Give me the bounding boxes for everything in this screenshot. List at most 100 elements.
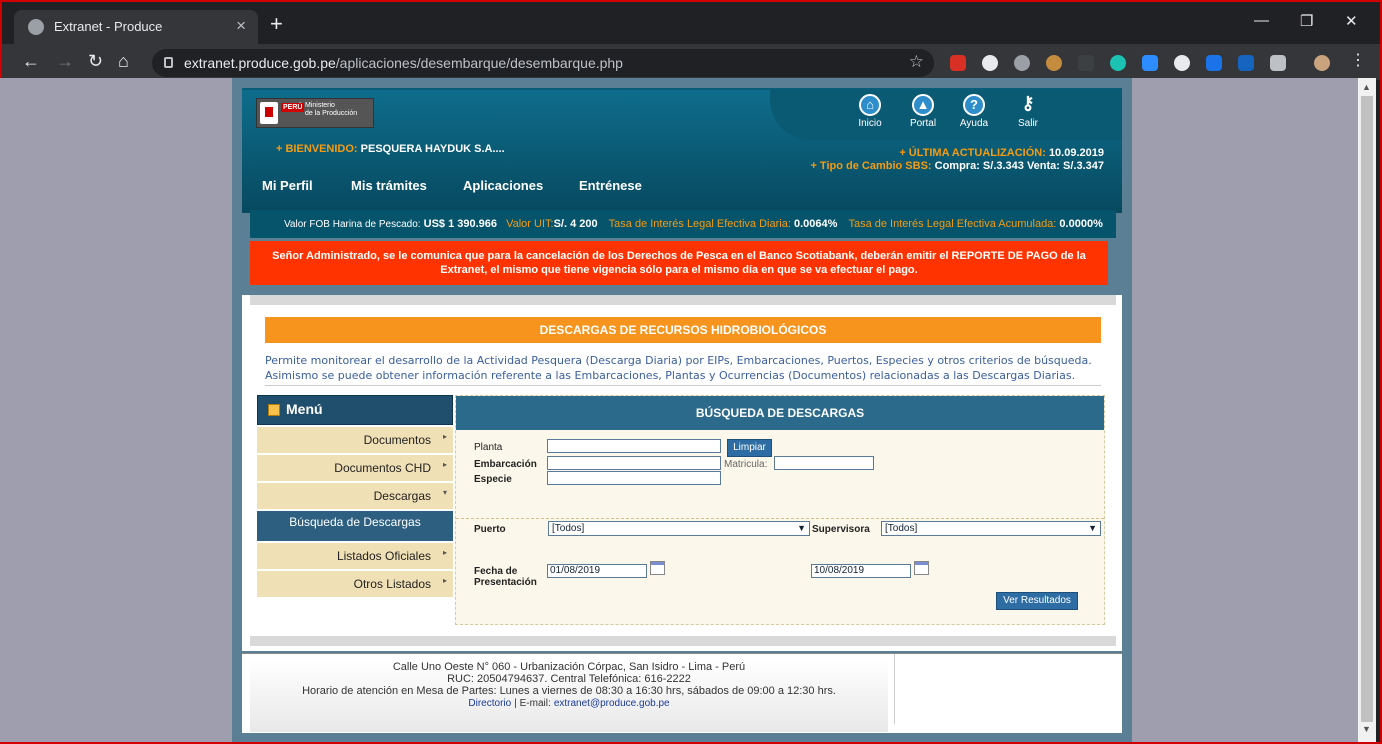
browser-tab[interactable]: Extranet - Produce × [14, 10, 258, 44]
portal-link[interactable]: ▲ Portal [900, 94, 946, 129]
header-icon-bar: ⌂ Inicio ▲ Portal ? Ayuda ⚷ Salir [770, 90, 1122, 140]
home-icon: ⌂ [859, 94, 881, 116]
arrow-right-icon: ▸ [442, 576, 447, 585]
puerto-select[interactable]: [Todos] ▼ [548, 521, 810, 536]
embarcacion-label: Embarcación [474, 459, 537, 470]
coat-of-arms-icon [260, 102, 278, 124]
welcome-text: + BIENVENIDO: PESQUERA HAYDUK S.A.... [276, 143, 505, 155]
back-icon[interactable]: ← [22, 52, 40, 70]
ministry-logo[interactable]: PERÚ Ministerio de la Producción [256, 98, 374, 128]
directorio-link[interactable]: Directorio [468, 698, 511, 709]
payment-notice: Señor Administrado, se le comunica que p… [250, 241, 1108, 285]
globe-icon [28, 19, 44, 35]
supervisora-select[interactable]: [Todos] ▼ [881, 521, 1101, 536]
supervisora-label: Supervisora [812, 524, 870, 535]
menu-item-documentos[interactable]: Documentos ▸ [257, 427, 453, 453]
bookmark-star-icon[interactable]: ☆ [909, 52, 924, 72]
extension-icon[interactable] [1078, 55, 1094, 71]
page-viewport: PERÚ Ministerio de la Producción ⌂ Inicio … [0, 78, 1358, 742]
tab-title: Extranet - Produce [54, 19, 163, 34]
form-divider [456, 518, 1104, 519]
chart-extension-icon[interactable] [1238, 55, 1254, 71]
extension-icon[interactable] [1174, 55, 1190, 71]
planta-input[interactable] [547, 439, 721, 453]
home-browser-icon[interactable]: ⌂ [118, 52, 129, 70]
especie-label: Especie [474, 474, 512, 485]
ver-resultados-button[interactable]: Ver Resultados [996, 592, 1078, 610]
arrow-right-icon: ▸ [442, 460, 447, 469]
left-menu: Menú Documentos ▸ Documentos CHD ▸ Descarg… [257, 395, 453, 597]
menu-item-listados-oficiales[interactable]: Listados Oficiales ▸ [257, 543, 453, 569]
fecha-label: Fecha de Presentación [474, 566, 537, 588]
menu-aplicaciones[interactable]: Aplicaciones [463, 178, 543, 193]
menu-mi-perfil[interactable]: Mi Perfil [262, 178, 313, 193]
menu-item-documentos-chd[interactable]: Documentos CHD ▸ [257, 455, 453, 481]
especie-input[interactable] [547, 471, 721, 485]
minimize-icon[interactable]: — [1254, 12, 1269, 29]
menu-item-descargas[interactable]: Descargas ▾ [257, 483, 453, 509]
reload-icon[interactable]: ↻ [88, 52, 103, 70]
address-bar[interactable]: extranet.produce.gob.pe/aplicaciones/des… [152, 49, 934, 77]
left-menu-header: Menú [257, 395, 453, 425]
forward-icon[interactable]: → [56, 52, 74, 70]
section-description: Permite monitorear el desarrollo de la A… [265, 353, 1101, 386]
restore-icon[interactable]: ❐ [1300, 12, 1313, 30]
arrow-right-icon: ▸ [442, 548, 447, 557]
ayuda-link[interactable]: ? Ayuda [956, 94, 992, 129]
calendar-icon [268, 404, 280, 416]
calendar-picker-icon[interactable] [650, 561, 665, 575]
footer-divider [894, 654, 895, 724]
dropdown-arrow-icon: ▼ [797, 523, 806, 533]
dropdown-arrow-icon: ▼ [1088, 523, 1097, 533]
vertical-scrollbar[interactable]: ▲ ▼ [1358, 78, 1376, 742]
fecha-desde-input[interactable]: 01/08/2019 [547, 564, 647, 578]
update-info: + ÚLTIMA ACTUALIZACIÓN: 10.09.2019 + Tip… [810, 147, 1104, 172]
menu-item-busqueda-descargas[interactable]: Búsqueda de Descargas [257, 511, 453, 541]
scroll-up-icon[interactable]: ▲ [1362, 82, 1371, 92]
matricula-input[interactable] [774, 456, 874, 470]
extension-icon[interactable] [1014, 55, 1030, 71]
site-header: PERÚ Ministerio de la Producción ⌂ Inicio … [242, 88, 1122, 213]
portal-icon: ▲ [912, 94, 934, 116]
site-footer: Calle Uno Oeste N° 060 - Urbanización Có… [242, 653, 1122, 733]
cookie-extension-icon[interactable] [1046, 55, 1062, 71]
scroll-down-icon[interactable]: ▼ [1362, 724, 1371, 734]
arrow-right-icon: ▸ [442, 432, 447, 441]
profile-avatar[interactable] [1314, 55, 1330, 71]
footer-info: Calle Uno Oeste N° 060 - Urbanización Có… [250, 660, 888, 732]
scrollbar-thumb[interactable] [1361, 96, 1373, 722]
search-panel-title: BÚSQUEDA DE DESCARGAS [456, 396, 1104, 430]
extension-icon[interactable] [1206, 55, 1222, 71]
key-icon: ⚷ [1021, 93, 1035, 113]
section-title: DESCARGAS DE RECURSOS HIDROBIOLÓGICOS [265, 317, 1101, 343]
close-tab-icon[interactable]: × [236, 16, 246, 36]
menu-item-otros-listados[interactable]: Otros Listados ▸ [257, 571, 453, 597]
new-tab-button[interactable]: + [270, 13, 283, 35]
url-text: extranet.produce.gob.pe/aplicaciones/des… [184, 55, 623, 71]
calendar-picker-icon[interactable] [914, 561, 929, 575]
page-container: PERÚ Ministerio de la Producción ⌂ Inicio … [232, 78, 1132, 742]
rates-bar: Valor FOB Harina de Pescado: US$ 1 390.9… [250, 210, 1116, 238]
zoom-extension-icon[interactable] [1142, 55, 1158, 71]
limpiar-button[interactable]: Limpiar [727, 439, 772, 457]
matricula-label: Matricula: [724, 459, 768, 470]
main-content: DESCARGAS DE RECURSOS HIDROBIOLÓGICOS Pe… [242, 295, 1122, 651]
extension-icon[interactable] [1110, 55, 1126, 71]
title-bar: Extranet - Produce × + — ❐ ✕ [2, 2, 1380, 44]
menu-mis-tramites[interactable]: Mis trámites [351, 178, 427, 193]
menu-kebab-icon[interactable]: ⋮ [1350, 52, 1366, 70]
puerto-label: Puerto [474, 524, 506, 535]
close-window-icon[interactable]: ✕ [1345, 12, 1358, 30]
menu-entrenese[interactable]: Entrénese [579, 178, 642, 193]
extension-icon[interactable] [1270, 55, 1286, 71]
extension-icon[interactable] [982, 55, 998, 71]
top-divider [250, 295, 1116, 305]
lock-icon [164, 57, 173, 68]
fecha-hasta-input[interactable]: 10/08/2019 [811, 564, 911, 578]
embarcacion-input[interactable] [547, 456, 721, 470]
navigation-bar: ← → ↻ ⌂ extranet.produce.gob.pe/aplicaci… [2, 44, 1380, 80]
extension-adblock-icon[interactable] [950, 55, 966, 71]
salir-link[interactable]: ⚷ Salir [1010, 94, 1046, 129]
inicio-link[interactable]: ⌂ Inicio [850, 94, 890, 129]
email-link[interactable]: extranet@produce.gob.pe [554, 698, 670, 709]
